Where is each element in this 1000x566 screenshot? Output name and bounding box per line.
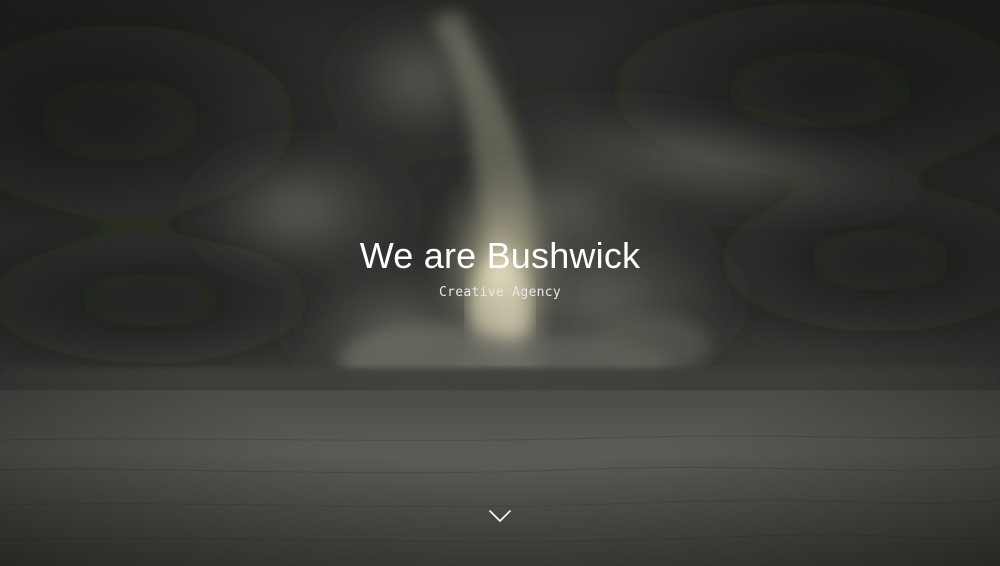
hero-section: We are Bushwick Creative Agency [0, 0, 1000, 566]
chevron-down-icon [489, 510, 511, 522]
hero-title: We are Bushwick [359, 235, 641, 276]
scroll-down-button[interactable] [485, 503, 515, 529]
storm-background-image [0, 0, 1000, 566]
hero-subtitle: Creative Agency [439, 285, 561, 300]
